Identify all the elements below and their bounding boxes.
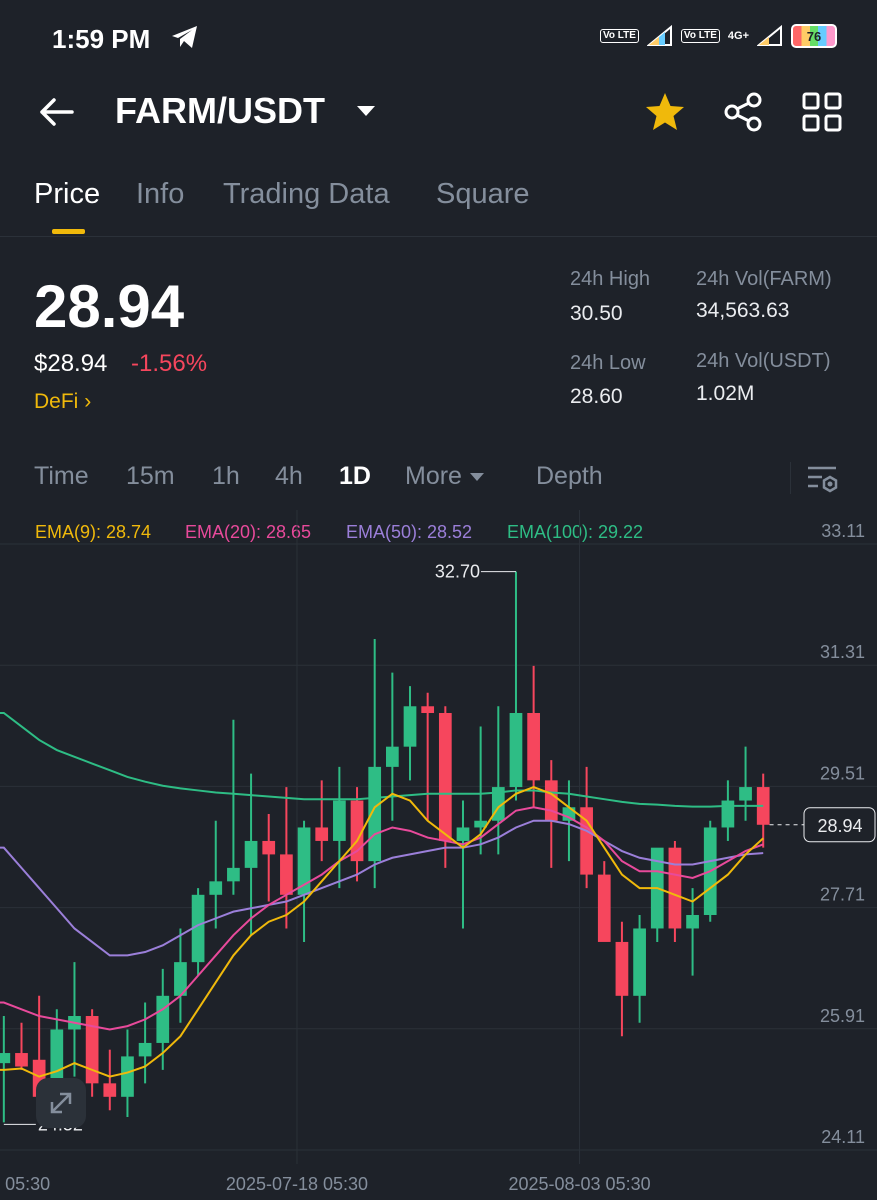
star-icon[interactable] <box>643 90 687 139</box>
app-header: FARM/USDT <box>0 78 877 148</box>
x-tick-label: 2025-08-03 05:30 <box>508 1174 650 1194</box>
candle <box>739 787 752 801</box>
dropdown-caret-icon[interactable] <box>355 104 377 123</box>
y-tick-label: 25.91 <box>820 1006 865 1026</box>
candle <box>262 840 276 855</box>
candlestick-chart[interactable]: 33.11 31.31 29.51 27.71 25.91 24.11 2025-07-02… <box>0 510 877 1200</box>
network-label: 4G+ <box>727 30 749 42</box>
candle <box>209 881 223 895</box>
high-value: 30.50 <box>570 302 623 325</box>
interval-4h[interactable]: 4h <box>275 462 303 491</box>
candle <box>721 800 735 828</box>
candle <box>527 713 540 781</box>
candle <box>156 995 170 1043</box>
back-arrow-icon[interactable] <box>36 92 76 137</box>
candle <box>15 1053 28 1067</box>
candle <box>562 807 576 821</box>
active-tab-indicator <box>52 229 85 234</box>
candle <box>403 706 417 747</box>
candle <box>544 780 558 821</box>
candle <box>633 928 646 996</box>
share-icon[interactable] <box>722 90 766 139</box>
ema100-line <box>0 712 764 808</box>
candle <box>333 800 346 841</box>
tab-bar: Price Info Trading Data Square <box>0 170 877 237</box>
candle <box>138 1042 152 1057</box>
candle <box>421 706 435 714</box>
candle <box>315 827 329 841</box>
high-marker-label: 32.70 <box>435 562 480 582</box>
interval-depth[interactable]: Depth <box>536 462 603 491</box>
volte-icon-2: Vo LTE <box>680 29 720 43</box>
tab-info[interactable]: Info <box>136 178 184 211</box>
signal-icon <box>646 25 672 46</box>
interval-15m[interactable]: 15m <box>126 462 175 491</box>
tab-trading-data[interactable]: Trading Data <box>223 178 390 211</box>
usd-price: $28.94 <box>34 350 108 377</box>
interval-time[interactable]: Time <box>34 462 89 491</box>
last-price-tag-label: 28.94 <box>817 816 862 836</box>
signal-icon-2 <box>757 25 782 46</box>
battery-level: 76 <box>806 28 822 44</box>
pair-title[interactable]: FARM/USDT <box>115 90 325 132</box>
candle <box>244 840 258 868</box>
vol-usdt-label: 24h Vol(USDT) <box>696 350 831 372</box>
grid-icon[interactable] <box>800 90 844 139</box>
candle <box>103 1083 117 1097</box>
status-time: 1:59 PM <box>52 24 151 54</box>
category-link[interactable]: DeFi › <box>34 390 91 414</box>
low-label: 24h Low <box>570 352 646 374</box>
chart-settings-icon[interactable] <box>806 464 840 499</box>
last-price: 28.94 <box>34 273 185 340</box>
status-icons: Vo LTE Vo LTE 4G+ 76 <box>599 24 837 48</box>
vol-farm-label: 24h Vol(FARM) <box>696 268 832 290</box>
candle <box>438 713 452 841</box>
caret-down-icon <box>469 473 484 482</box>
x-tick-label: 2025-07-18 05:30 <box>226 1174 368 1194</box>
tab-price[interactable]: Price <box>34 178 100 211</box>
interval-more[interactable]: More <box>405 462 485 491</box>
y-tick-label: 29.51 <box>820 763 865 783</box>
candle <box>456 827 470 841</box>
high-label: 24h High <box>570 268 651 290</box>
interval-bar: Time 15m 1h 4h 1D More Depth <box>0 462 877 502</box>
status-bar: 1:59 PM Vo LTE Vo LTE 4G+ 76 <box>0 0 877 78</box>
ema20-line <box>0 806 764 1031</box>
y-tick-label: 27.71 <box>820 885 865 905</box>
candle <box>668 847 682 929</box>
y-tick-label: 33.11 <box>821 521 865 541</box>
volte-icon: Vo LTE <box>599 29 639 43</box>
more-label: More <box>405 462 462 490</box>
vol-farm-value: 34,563.63 <box>696 299 790 322</box>
x-tick-label: 2025-07-02 05:30 <box>0 1174 50 1194</box>
low-value: 28.60 <box>570 385 623 408</box>
candle <box>597 874 611 942</box>
chevron-right-icon: › <box>84 390 92 413</box>
interval-1d[interactable]: 1D <box>339 462 371 491</box>
tab-square[interactable]: Square <box>436 178 530 211</box>
candle <box>509 713 523 788</box>
category-label: DeFi <box>34 390 79 413</box>
y-tick-label: 24.11 <box>821 1127 865 1147</box>
telegram-icon <box>170 24 200 55</box>
candle <box>227 867 240 882</box>
expand-chart-icon[interactable] <box>36 1078 86 1128</box>
candle <box>385 746 399 767</box>
candle <box>615 941 629 996</box>
price-change: -1.56% <box>131 350 208 377</box>
y-tick-label: 31.31 <box>820 642 865 662</box>
candle <box>686 915 699 929</box>
divider <box>790 462 791 494</box>
candle <box>121 1056 134 1097</box>
battery-icon: 76 <box>791 24 837 48</box>
candle <box>0 1053 11 1064</box>
candle <box>280 854 293 895</box>
vol-usdt-value: 1.02M <box>696 382 755 405</box>
interval-1h[interactable]: 1h <box>212 462 240 491</box>
